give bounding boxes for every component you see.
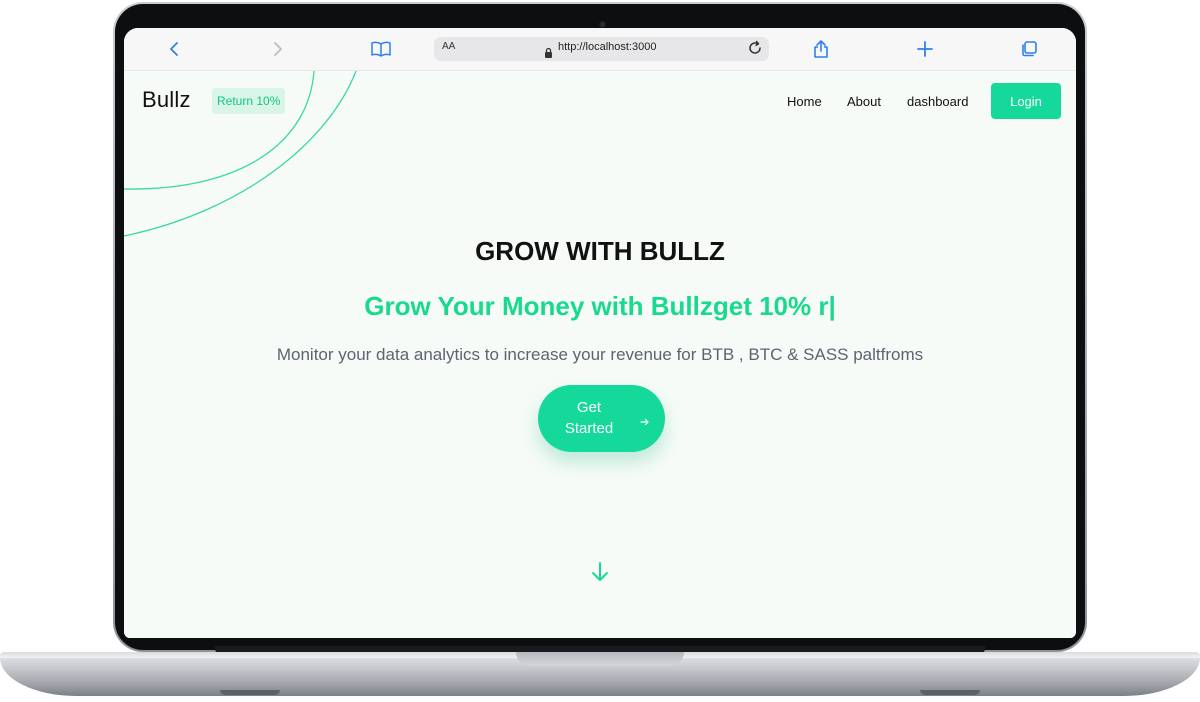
share-icon[interactable] [809,37,833,61]
laptop-notch [516,652,684,666]
return-badge: Return 10% [212,88,286,114]
url-text[interactable]: http://localhost:3000 [558,41,656,53]
reload-icon[interactable] [747,40,763,60]
get-started-label: Get Started [554,397,624,439]
login-button[interactable]: Login [991,83,1061,119]
back-icon[interactable] [162,37,186,61]
nav-about-link[interactable]: About [847,94,881,109]
browser-window: AA http://localhost:3000 Bullz Return 10… [124,28,1076,638]
forward-icon[interactable] [266,37,290,61]
web-page: Bullz Return 10% Home About dashboard Lo… [124,71,1076,638]
lock-icon [544,43,553,62]
hero-typing-subtitle: Grow Your Money with Bullzget 10% r| [364,291,836,321]
nav-home-link[interactable]: Home [787,94,822,109]
camera-icon [599,21,606,28]
arrow-right-icon [640,412,650,431]
get-started-button[interactable]: Get Started [538,385,665,452]
hero-title: GROW WITH BULLZ [475,236,725,266]
reader-mode-button[interactable]: AA [442,41,455,52]
laptop-mockup: AA http://localhost:3000 Bullz Return 10… [0,0,1200,702]
laptop-foot-left [220,690,280,695]
address-bar[interactable]: AA http://localhost:3000 [434,37,769,61]
bookmarks-icon[interactable] [369,37,393,61]
nav-dashboard-link[interactable]: dashboard [907,94,968,109]
browser-toolbar: AA http://localhost:3000 [124,28,1076,71]
new-tab-icon[interactable] [913,37,937,61]
laptop-foot-right [920,690,980,695]
brand-logo[interactable]: Bullz [142,87,191,113]
hero-description: Monitor your data analytics to increase … [276,345,924,364]
get-started-label-line2: Started [564,420,614,437]
tabs-icon[interactable] [1017,37,1041,61]
arrow-down-icon[interactable] [590,561,610,587]
get-started-label-line1: Get [576,399,602,416]
